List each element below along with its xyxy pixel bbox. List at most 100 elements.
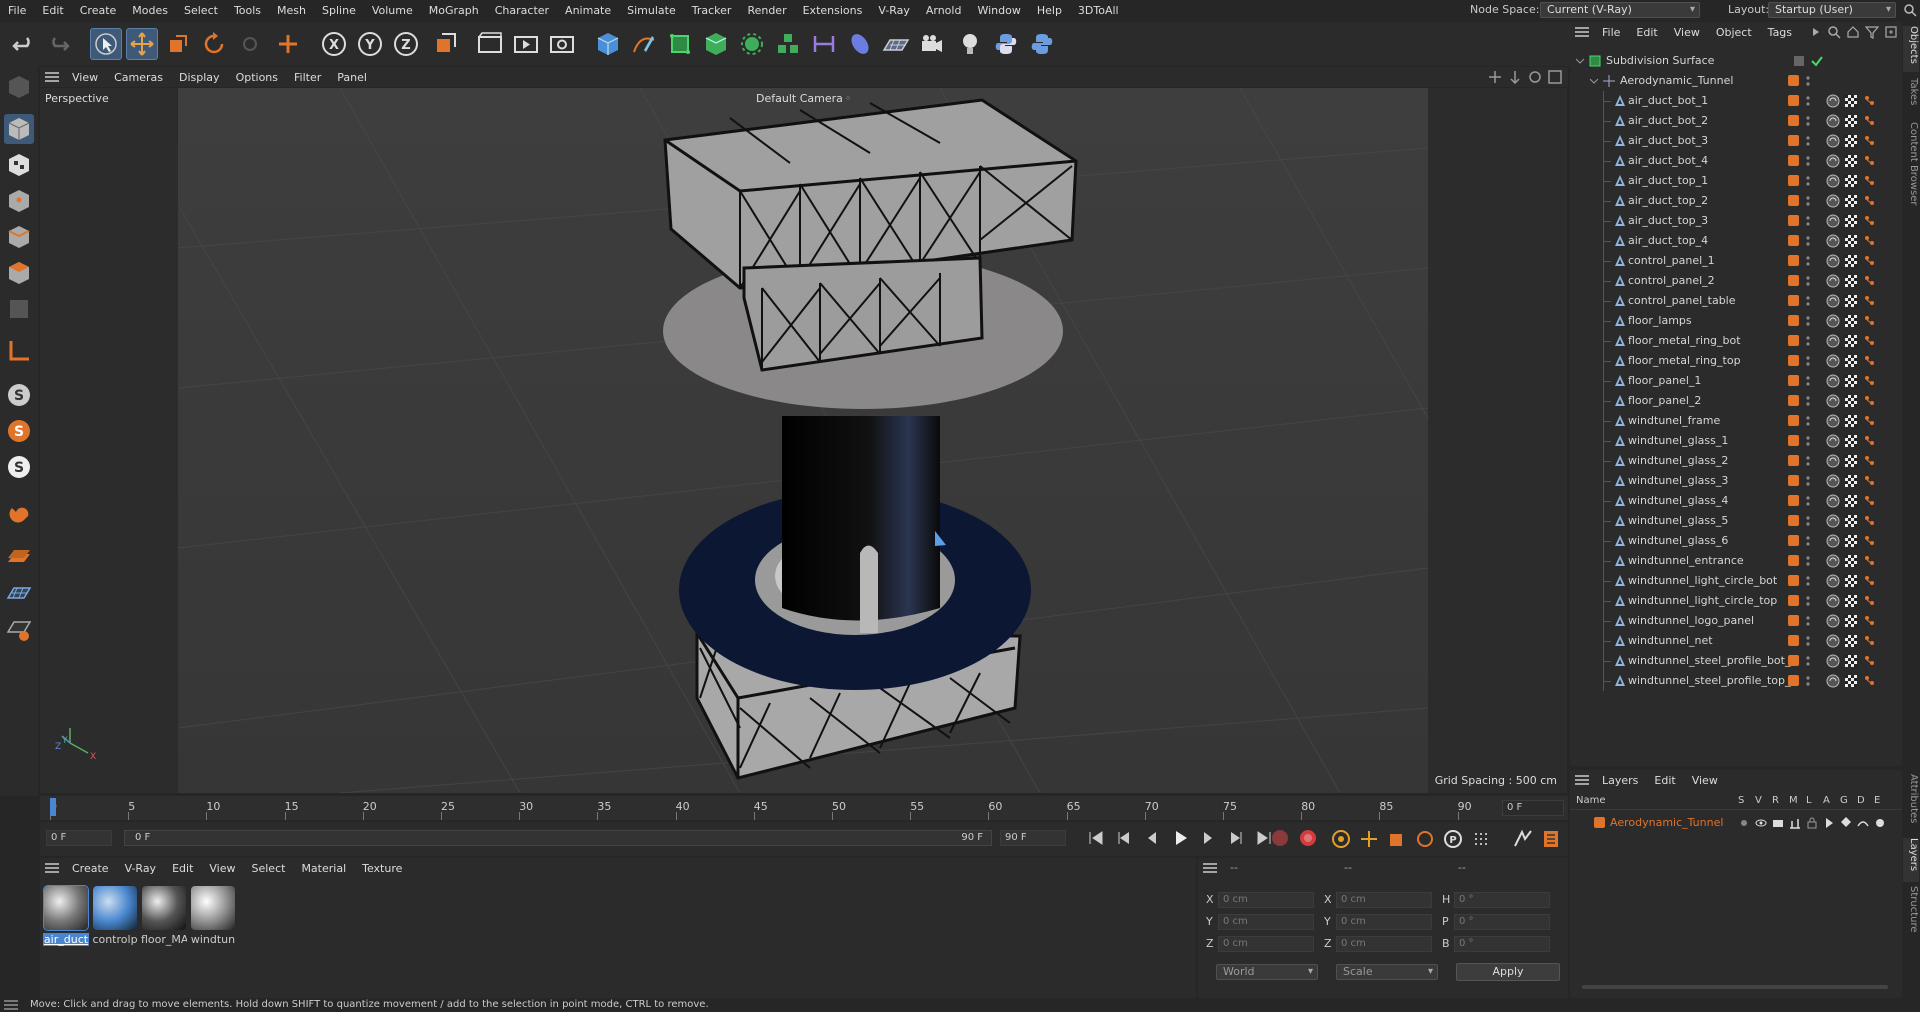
texture-tag-icon[interactable] [1844, 94, 1858, 111]
phong-tag-icon[interactable] [1862, 654, 1876, 671]
rotate-icon[interactable] [198, 28, 230, 60]
y-axis-icon[interactable]: Y [354, 28, 386, 60]
node-space-dropdown[interactable]: Current (V-Ray) [1540, 2, 1700, 18]
edges-mode-icon[interactable] [4, 222, 34, 252]
tree-expand-icon[interactable] [1588, 75, 1600, 87]
coord-value-field[interactable]: 0 cm [1218, 914, 1314, 930]
menu-tracker[interactable]: Tracker [684, 4, 740, 17]
layer-color-swatch[interactable] [1788, 275, 1799, 286]
menu-3dtoall[interactable]: 3DToAll [1070, 4, 1127, 17]
layer-color-swatch[interactable] [1788, 95, 1799, 106]
vray-tag-icon[interactable] [1826, 174, 1840, 191]
scale-icon[interactable] [162, 28, 194, 60]
texture-tag-icon[interactable] [1844, 494, 1858, 511]
layer-flag-header[interactable]: R [1772, 795, 1779, 806]
texture-tag-icon[interactable] [1844, 134, 1858, 151]
cube-icon[interactable] [592, 28, 624, 60]
visibility-dots-icon[interactable] [1804, 334, 1812, 351]
menu-window[interactable]: Window [969, 4, 1028, 17]
visibility-dots-icon[interactable] [1804, 314, 1812, 331]
object-row[interactable]: windtunnel_logo_panel [1570, 611, 1902, 631]
mograph-icon[interactable] [772, 28, 804, 60]
texture-tag-icon[interactable] [1844, 174, 1858, 191]
previous-frame-icon[interactable] [1142, 828, 1162, 848]
object-row[interactable]: windtunnel_light_circle_bot [1570, 571, 1902, 591]
vray-tag-icon[interactable] [1826, 414, 1840, 431]
object-row[interactable]: air_duct_top_3 [1570, 211, 1902, 231]
snap-icon[interactable]: S [4, 380, 34, 410]
phong-tag-icon[interactable] [1862, 334, 1876, 351]
vray-tag-icon[interactable] [1826, 434, 1840, 451]
object-row[interactable]: floor_metal_ring_top [1570, 351, 1902, 371]
object-row[interactable]: windtunnel_light_circle_top [1570, 591, 1902, 611]
python-script-icon[interactable] [1026, 28, 1058, 60]
texture-tag-icon[interactable] [1844, 254, 1858, 271]
menu-spline[interactable]: Spline [314, 4, 364, 17]
redo-icon[interactable] [42, 28, 74, 60]
object-row[interactable]: air_duct_bot_1 [1570, 91, 1902, 111]
render-settings-icon[interactable] [546, 28, 578, 60]
layer-deformers-icon[interactable] [1857, 816, 1869, 830]
layer-color-swatch[interactable] [1788, 375, 1799, 386]
tab-structure[interactable]: Structure [1903, 886, 1919, 946]
axis-mode-icon[interactable] [4, 336, 34, 366]
visibility-dots-icon[interactable] [1804, 454, 1812, 471]
visibility-dots-icon[interactable] [1804, 294, 1812, 311]
vray-tag-icon[interactable] [1826, 654, 1840, 671]
menu-simulate[interactable]: Simulate [619, 4, 684, 17]
coord-mode-dropdown[interactable]: World [1216, 964, 1318, 980]
visibility-dots-icon[interactable] [1804, 154, 1812, 171]
layer-indicator-icon[interactable] [1792, 54, 1806, 68]
texture-tag-icon[interactable] [1844, 534, 1858, 551]
coord-value-field[interactable]: 0 cm [1218, 936, 1314, 952]
menu-v-ray[interactable]: V-Ray [870, 4, 918, 17]
render-view-icon[interactable] [510, 28, 542, 60]
model-mode-icon[interactable] [4, 114, 34, 144]
vray-tag-icon[interactable] [1826, 154, 1840, 171]
vray-tag-icon[interactable] [1826, 234, 1840, 251]
object-row[interactable]: windtunel_glass_1 [1570, 431, 1902, 451]
vray-tag-icon[interactable] [1826, 614, 1840, 631]
vray-tag-icon[interactable] [1826, 194, 1840, 211]
visibility-dots-icon[interactable] [1804, 234, 1812, 251]
layer-generators-icon[interactable] [1840, 816, 1852, 830]
layer-flag-header[interactable]: A [1823, 795, 1830, 806]
phong-tag-icon[interactable] [1862, 314, 1876, 331]
vray-tag-icon[interactable] [1826, 634, 1840, 651]
layer-color-swatch[interactable] [1788, 535, 1799, 546]
visibility-dots-icon[interactable] [1804, 74, 1812, 88]
layer-flag-header[interactable]: D [1857, 795, 1865, 806]
material-thumbnail[interactable] [191, 886, 235, 930]
object-row[interactable]: windtunel_glass_6 [1570, 531, 1902, 551]
visibility-dots-icon[interactable] [1804, 654, 1812, 671]
phong-tag-icon[interactable] [1862, 374, 1876, 391]
phong-tag-icon[interactable] [1862, 134, 1876, 151]
vray-tag-icon[interactable] [1826, 474, 1840, 491]
object-row[interactable]: windtunnel_steel_profile_top_1 [1570, 671, 1902, 691]
layout-dropdown[interactable]: Startup (User) [1768, 2, 1896, 18]
quantize-icon[interactable]: S [4, 452, 34, 482]
layer-scrollbar[interactable] [1570, 982, 1902, 992]
object-row[interactable]: floor_panel_1 [1570, 371, 1902, 391]
visibility-dots-icon[interactable] [1804, 594, 1812, 611]
camera-label[interactable]: Default Camera ◦ [756, 92, 851, 105]
object-row[interactable]: control_panel_2 [1570, 271, 1902, 291]
layer-color-swatch[interactable] [1788, 575, 1799, 586]
object-menu-file[interactable]: File [1594, 26, 1628, 39]
polygons-mode-icon[interactable] [4, 258, 34, 288]
go-to-start-icon[interactable] [1086, 828, 1106, 848]
viewport-menu-panel[interactable]: Panel [329, 71, 375, 84]
phong-tag-icon[interactable] [1862, 534, 1876, 551]
phong-tag-icon[interactable] [1862, 114, 1876, 131]
points-mode-icon[interactable] [4, 186, 34, 216]
viewport-menu-options[interactable]: Options [228, 71, 286, 84]
vray-tag-icon[interactable] [1826, 354, 1840, 371]
phong-tag-icon[interactable] [1862, 434, 1876, 451]
maximize-view-icon[interactable] [1548, 70, 1562, 84]
object-row[interactable]: air_duct_top_4 [1570, 231, 1902, 251]
phong-tag-icon[interactable] [1862, 494, 1876, 511]
object-row[interactable]: air_duct_top_2 [1570, 191, 1902, 211]
python-icon[interactable] [990, 28, 1022, 60]
material-label[interactable]: windtun [190, 933, 236, 946]
workplane-icon[interactable] [4, 542, 34, 572]
